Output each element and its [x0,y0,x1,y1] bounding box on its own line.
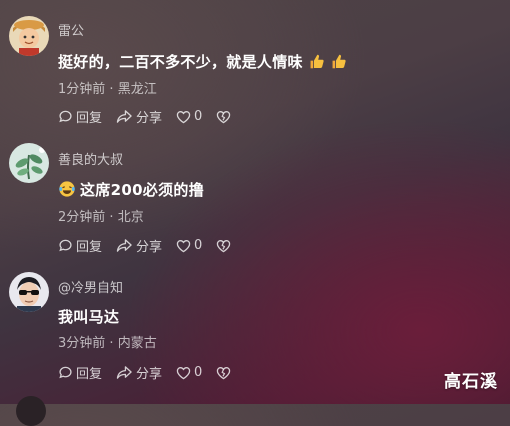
comment-actions: 回复 分享 0 [58,363,248,382]
timestamp: 1分钟前 [58,82,106,97]
timestamp: 2分钟前 [58,210,106,225]
comment-text: 挺好的，二百不多不少，就是人情味 [58,51,347,72]
avatar[interactable] [9,272,49,312]
reply-icon [59,366,72,379]
separator: · [105,82,118,97]
comment-item: @冷男自知 我叫马达 3分钟前 · 内蒙古 回复 分享 0 [0,260,510,390]
comment-meta: 2分钟前 · 北京 [58,206,144,225]
avatar[interactable] [9,143,49,183]
like-button[interactable]: 0 [176,365,202,380]
avatar[interactable] [9,16,49,56]
reply-label: 回复 [76,240,103,255]
heart-icon [176,110,191,123]
dislike-button[interactable] [216,110,234,124]
thumbs-up-icon [332,54,346,69]
username[interactable]: @冷男自知 [58,277,123,296]
comment-text-body: 这席200必须的撸 [80,181,205,199]
share-icon [116,239,132,252]
share-button[interactable]: 分享 [116,363,162,382]
share-label: 分享 [136,111,163,126]
location: 黑龙江 [117,82,157,97]
thumbs-up-icon [310,54,324,69]
reply-icon [59,110,72,123]
next-comment-avatar[interactable] [16,396,46,426]
share-icon [116,110,132,123]
like-button[interactable]: 0 [176,238,202,253]
dislike-button[interactable] [216,239,234,253]
comment-actions: 回复 分享 0 [58,236,248,255]
reply-button[interactable]: 回复 [58,363,102,382]
separator: · [105,210,118,225]
like-count: 0 [194,238,203,253]
comment-actions: 回复 分享 0 [58,107,248,126]
comment-text: 这席200必须的撸 [58,179,204,200]
comment-text-body: 我叫马达 [58,308,120,326]
sunglasses-man-avatar-icon [9,272,49,312]
reply-button[interactable]: 回复 [58,107,102,126]
heart-icon [176,239,191,252]
share-label: 分享 [136,367,163,382]
broken-heart-icon [217,366,231,379]
share-label: 分享 [136,240,163,255]
cartoon-boy-avatar-icon [9,16,49,56]
comment-item: 善良的大叔 这席200必须的撸 2分钟前 · 北京 回复 分享 0 [0,130,510,260]
reply-label: 回复 [76,111,103,126]
location: 北京 [117,210,144,225]
comment-meta: 1分钟前 · 黑龙江 [58,78,157,97]
heart-icon [176,366,191,379]
comment-text-body: 挺好的，二百不多不少，就是人情味 [58,53,303,71]
share-button[interactable]: 分享 [116,107,162,126]
comment-meta: 3分钟前 · 内蒙古 [58,332,157,351]
watermark: 高石溪 [444,372,498,392]
username[interactable]: 雷公 [58,20,84,39]
share-button[interactable]: 分享 [116,236,162,255]
timestamp: 3分钟前 [58,336,106,351]
broken-heart-icon [217,239,231,252]
location: 内蒙古 [117,336,157,351]
plant-photo-avatar-icon [9,143,49,183]
laughing-tears-icon [59,181,75,197]
like-button[interactable]: 0 [176,109,202,124]
comment-text: 我叫马达 [58,306,119,327]
broken-heart-icon [217,110,231,123]
reply-label: 回复 [76,367,103,382]
reply-icon [59,239,72,252]
comment-item: 雷公 挺好的，二百不多不少，就是人情味 1分钟前 · 黑龙江 回复 分享 0 [0,0,510,130]
separator: · [105,336,118,351]
dislike-button[interactable] [216,366,234,380]
like-count: 0 [194,365,203,380]
username[interactable]: 善良的大叔 [58,149,123,168]
share-icon [116,366,132,379]
like-count: 0 [194,109,203,124]
reply-button[interactable]: 回复 [58,236,102,255]
